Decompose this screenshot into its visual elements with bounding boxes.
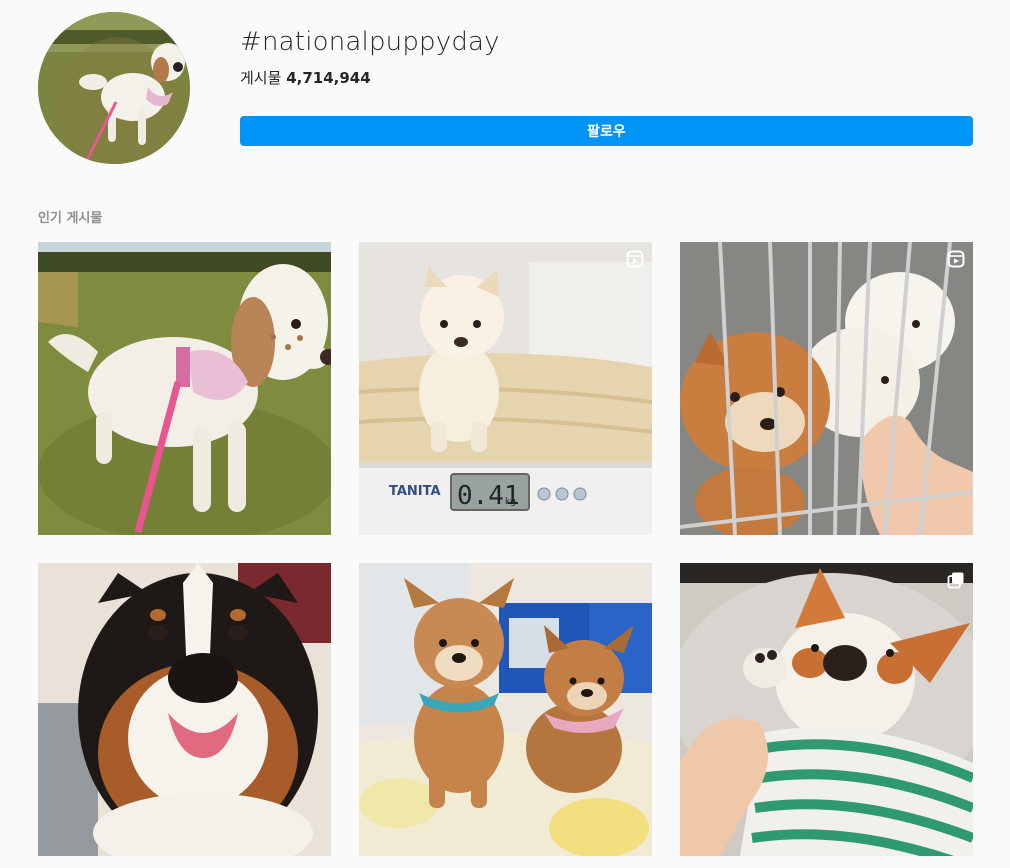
post-count: 게시물 4,714,944 <box>240 67 371 88</box>
post-tile-corgi-sweater[interactable] <box>680 563 973 856</box>
scale-brand: TANITA <box>389 484 441 499</box>
hashtag-page: #nationalpuppyday 게시물 4,714,944 팔로우 인기 게… <box>0 0 1010 868</box>
reels-icon <box>626 250 644 268</box>
top-posts-heading: 인기 게시물 <box>38 211 103 226</box>
hashtag-avatar <box>38 12 190 164</box>
corgi-sweater-photo <box>680 563 973 856</box>
puppy-on-scale-photo: TANITA 0.41 kg <box>359 242 652 535</box>
post-tile-bernese[interactable] <box>38 563 331 856</box>
post-tile-two-shibas[interactable] <box>359 563 652 856</box>
reels-icon <box>947 250 965 268</box>
carousel-icon <box>947 571 965 589</box>
avatar-dog-image <box>38 12 190 164</box>
follow-button[interactable]: 팔로우 <box>240 116 973 146</box>
shiba-pen-photo <box>680 242 973 535</box>
post-tile-english-setter[interactable] <box>38 242 331 535</box>
post-count-label: 게시물 <box>240 69 282 87</box>
two-shibas-photo <box>359 563 652 856</box>
post-tile-puppy-on-scale[interactable]: TANITA 0.41 kg <box>359 242 652 535</box>
post-tile-shiba-pen[interactable] <box>680 242 973 535</box>
top-posts-grid: TANITA 0.41 kg <box>38 242 973 856</box>
post-count-value: 4,714,944 <box>286 69 371 87</box>
bernese-photo <box>38 563 331 856</box>
hashtag-title: #nationalpuppyday <box>240 27 500 57</box>
english-setter-photo <box>38 242 331 535</box>
scale-unit: kg <box>505 497 516 507</box>
